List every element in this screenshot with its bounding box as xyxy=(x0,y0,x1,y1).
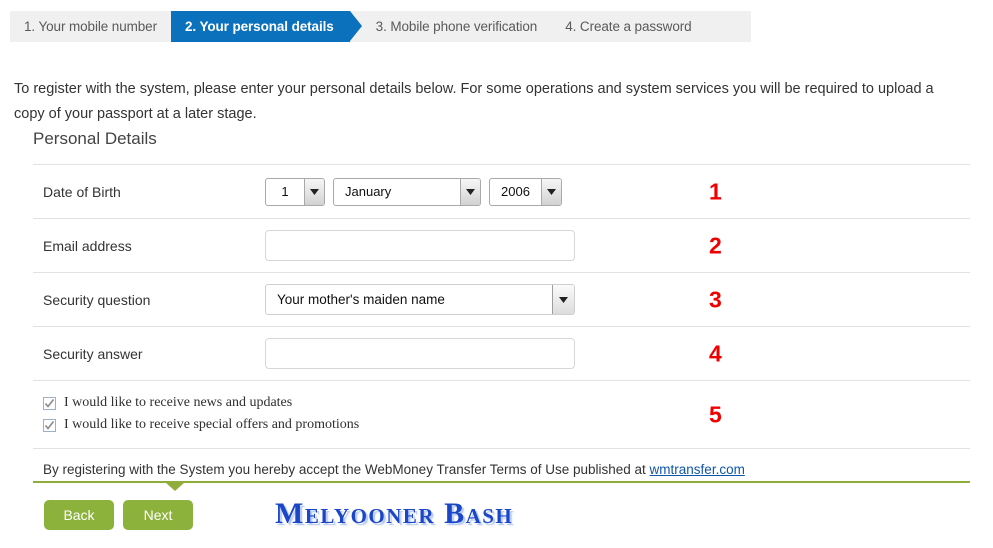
form-actions: Back Next xyxy=(44,500,193,530)
tab-step-3-label: 3. Mobile phone verification xyxy=(375,19,538,34)
wizard-step-tabs: 1. Your mobile number 2. Your personal d… xyxy=(10,11,751,42)
tab-step-2[interactable]: 2. Your personal details xyxy=(171,11,362,42)
annotation-marker-5: 5 xyxy=(709,401,722,427)
security-answer-field[interactable] xyxy=(265,338,575,369)
subscription-options: I would like to receive news and updates… xyxy=(33,380,970,448)
dob-day-select[interactable]: 1 xyxy=(265,177,325,206)
page-title: Personal Details xyxy=(33,129,157,148)
tab-step-4-label: 4. Create a password xyxy=(565,19,692,34)
chevron-down-icon xyxy=(552,285,574,314)
security-question-value: Your mother's maiden name xyxy=(277,292,445,307)
dob-month-select[interactable]: January xyxy=(333,177,481,206)
tab-step-3[interactable]: 3. Mobile phone verification xyxy=(361,11,552,42)
intro-paragraph: To register with the system, please ente… xyxy=(14,80,934,122)
dob-year-select[interactable]: 2006 xyxy=(489,177,562,206)
dob-year-value: 2006 xyxy=(501,184,530,199)
field-date-of-birth: 1 January 2006 xyxy=(265,177,970,206)
checkbox-news-and-updates[interactable]: I would like to receive news and updates xyxy=(43,392,970,414)
security-question-select[interactable]: Your mother's maiden name xyxy=(265,284,575,315)
field-security-question: Your mother's maiden name xyxy=(265,284,970,315)
label-security-answer: Security answer xyxy=(43,345,143,362)
dob-month-value: January xyxy=(345,184,392,199)
divider-pointer-icon xyxy=(165,482,185,491)
tab-step-1-label: 1. Your mobile number xyxy=(24,19,157,34)
table-row-date-of-birth: Date of Birth 1 January 2006 1 xyxy=(33,164,970,218)
tab-step-1[interactable]: 1. Your mobile number xyxy=(10,11,171,42)
label-security-question: Security question xyxy=(43,291,151,308)
checkbox-checked-icon[interactable] xyxy=(43,396,56,410)
checkbox-checked-icon[interactable] xyxy=(43,418,56,432)
terms-notice-text: By registering with the System you hereb… xyxy=(43,462,650,477)
tab-step-4[interactable]: 4. Create a password xyxy=(551,11,706,42)
table-row-security-answer: Security answer 4 xyxy=(33,326,970,380)
checkbox-news-and-updates-label: I would like to receive news and updates xyxy=(64,395,293,410)
dob-day-value: 1 xyxy=(281,184,289,199)
annotation-marker-3: 3 xyxy=(709,286,722,312)
field-security-answer xyxy=(265,338,970,369)
tab-step-2-label: 2. Your personal details xyxy=(185,19,334,34)
field-email-address xyxy=(265,230,970,261)
terms-link[interactable]: wmtransfer.com xyxy=(650,462,745,477)
label-email-address: Email address xyxy=(43,237,132,254)
table-row-security-question: Security question Your mother's maiden n… xyxy=(33,272,970,326)
chevron-down-icon xyxy=(541,178,561,205)
personal-details-form: Date of Birth 1 January 2006 1 Email add… xyxy=(33,164,970,489)
annotation-marker-4: 4 xyxy=(709,340,722,366)
label-date-of-birth: Date of Birth xyxy=(43,183,121,200)
annotation-marker-1: 1 xyxy=(709,178,722,204)
back-button[interactable]: Back xyxy=(44,500,114,530)
watermark-logo: Melyooner Bash xyxy=(275,497,514,530)
annotation-marker-2: 2 xyxy=(709,232,722,258)
chevron-down-icon xyxy=(304,178,324,205)
chevron-down-icon xyxy=(460,178,480,205)
table-row-email-address: Email address 2 xyxy=(33,218,970,272)
email-field[interactable] xyxy=(265,230,575,261)
checkbox-special-offers-label: I would like to receive special offers a… xyxy=(64,417,360,432)
next-button[interactable]: Next xyxy=(123,500,193,530)
checkbox-special-offers[interactable]: I would like to receive special offers a… xyxy=(43,414,970,436)
